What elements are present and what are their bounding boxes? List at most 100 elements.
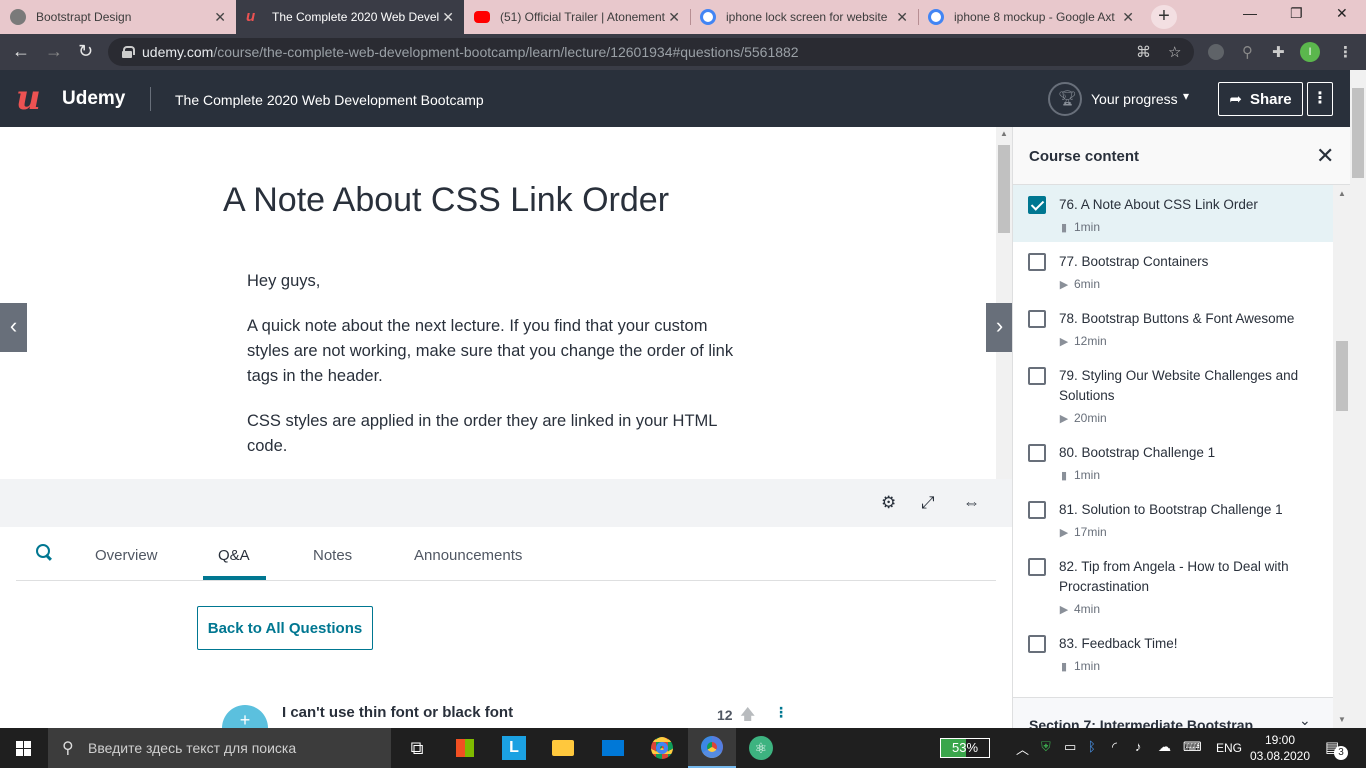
back-to-all-questions-button[interactable]: Back to All Questions: [197, 606, 373, 650]
lecture-item[interactable]: 77. Bootstrap Containers ▶ 6min: [1013, 242, 1333, 299]
language-indicator[interactable]: ENG: [1216, 741, 1242, 755]
tab-overview[interactable]: Overview: [95, 547, 158, 564]
fullscreen-icon[interactable]: ⤢: [921, 493, 935, 513]
tab-notes[interactable]: Notes: [313, 547, 352, 564]
browser-tab-youtube[interactable]: (51) Official Trailer | Atonement ✕: [464, 0, 690, 34]
extension-icon[interactable]: ⚲: [1242, 43, 1253, 61]
browser-tab-bootstrapt-design[interactable]: Bootstrapt Design ✕: [0, 0, 236, 34]
upvote-arrow-icon[interactable]: 🡅: [740, 704, 755, 729]
completion-checkbox[interactable]: [1028, 558, 1046, 576]
wifi-icon[interactable]: ◜: [1112, 739, 1117, 755]
chevron-down-icon: ⌄: [1299, 712, 1311, 728]
task-view-icon[interactable]: ⧉: [393, 728, 441, 768]
battery-indicator[interactable]: 53%: [940, 738, 990, 758]
taskbar-search-input[interactable]: ⚲ Введите здесь текст для поиска: [48, 728, 391, 768]
page-scrollbar[interactable]: [1350, 70, 1366, 728]
question-more-icon[interactable]: ⋮: [774, 704, 788, 721]
new-tab-button[interactable]: +: [1151, 5, 1177, 29]
extension-icon[interactable]: [1208, 44, 1224, 60]
keyboard-icon[interactable]: ⌨: [1183, 739, 1202, 755]
expand-width-icon[interactable]: ⇔: [963, 493, 980, 513]
volume-icon[interactable]: ♪: [1135, 739, 1142, 754]
lecture-item[interactable]: 76. A Note About CSS Link Order ▮ 1min: [1013, 185, 1333, 242]
search-icon[interactable]: [36, 544, 52, 560]
close-tab-icon[interactable]: ✕: [442, 9, 454, 26]
trophy-icon: 🏆︎: [1058, 90, 1078, 107]
udemy-logo-icon[interactable]: u: [16, 81, 41, 115]
lecture-item[interactable]: 79. Styling Our Website Challenges and S…: [1013, 356, 1333, 433]
notifications-icon[interactable]: ▤ 3: [1325, 738, 1348, 760]
back-arrow-icon[interactable]: ←: [12, 41, 30, 62]
share-button[interactable]: ➦ Share: [1218, 82, 1303, 116]
windows-start-icon[interactable]: [16, 741, 32, 757]
address-bar[interactable]: udemy.com/course/the-complete-web-develo…: [108, 38, 1194, 66]
section-header[interactable]: Section 7: Intermediate Bootstrap ⌄: [1013, 697, 1333, 728]
progress-label[interactable]: Your progress: [1091, 91, 1178, 107]
chrome-active-icon[interactable]: [688, 728, 736, 768]
google-icon: [700, 9, 716, 25]
close-tab-icon[interactable]: ✕: [1122, 9, 1134, 26]
file-explorer-icon[interactable]: [539, 728, 587, 768]
chevron-down-icon[interactable]: ▾: [1183, 89, 1189, 103]
settings-gear-icon[interactable]: ⚙: [881, 493, 896, 513]
store-icon[interactable]: [441, 728, 489, 768]
scrollbar-thumb[interactable]: [1336, 341, 1348, 411]
shield-icon[interactable]: ⛨: [1041, 739, 1051, 755]
more-options-button[interactable]: ⋮: [1307, 82, 1333, 116]
next-lecture-button[interactable]: ›: [986, 303, 1013, 352]
tab-qa[interactable]: Q&A: [218, 547, 250, 564]
lecture-item[interactable]: 80. Bootstrap Challenge 1 ▮ 1min: [1013, 433, 1333, 490]
browser-tab-udemy[interactable]: u The Complete 2020 Web Devel ✕: [236, 0, 464, 34]
scroll-down-icon[interactable]: ▼: [1338, 715, 1346, 724]
chrome-icon[interactable]: [638, 728, 686, 768]
scrollbar-thumb[interactable]: [1352, 88, 1364, 178]
scroll-up-icon[interactable]: ▲: [1000, 129, 1008, 138]
udemy-logo-text[interactable]: Udemy: [62, 88, 125, 110]
completion-checkbox[interactable]: [1028, 253, 1046, 271]
show-hidden-icons-icon[interactable]: ︿: [1016, 739, 1029, 758]
course-title[interactable]: The Complete 2020 Web Development Bootca…: [175, 92, 484, 108]
tab-announcements[interactable]: Announcements: [414, 547, 522, 564]
lecture-item[interactable]: 81. Solution to Bootstrap Challenge 1 ▶ 17…: [1013, 490, 1333, 547]
reload-icon[interactable]: ↻: [78, 41, 93, 62]
atom-icon[interactable]: ⚛: [737, 728, 785, 768]
completion-checkbox[interactable]: [1028, 444, 1046, 462]
play-icon: ▶: [1059, 278, 1069, 291]
completion-checkbox[interactable]: [1028, 310, 1046, 328]
close-tab-icon[interactable]: ✕: [214, 9, 226, 26]
close-tab-icon[interactable]: ✕: [896, 9, 908, 26]
progress-ring[interactable]: 🏆︎: [1048, 82, 1082, 116]
completion-checkbox[interactable]: [1028, 501, 1046, 519]
chrome-menu-icon[interactable]: ⋮: [1338, 43, 1353, 61]
app-l-icon[interactable]: L: [490, 728, 538, 768]
clock[interactable]: 19:00 03.08.2020: [1249, 732, 1311, 764]
sidebar-scrollbar[interactable]: ▲ ▼: [1333, 185, 1350, 728]
close-tab-icon[interactable]: ✕: [668, 9, 680, 26]
onedrive-cloud-icon[interactable]: ☁: [1158, 739, 1171, 755]
scroll-up-icon[interactable]: ▲: [1338, 189, 1346, 198]
restore-icon[interactable]: ❐: [1290, 5, 1303, 22]
browser-tab-google-mockup[interactable]: iphone 8 mockup - Google Axt ✕: [918, 0, 1144, 34]
close-icon[interactable]: ✕: [1316, 143, 1334, 169]
scrollbar-thumb[interactable]: [998, 145, 1010, 233]
lecture-item[interactable]: 78. Bootstrap Buttons & Font Awesome ▶ 12m…: [1013, 299, 1333, 356]
forward-arrow-icon[interactable]: →: [45, 41, 63, 62]
translate-icon[interactable]: ⌘: [1136, 43, 1151, 61]
mail-icon[interactable]: [589, 728, 637, 768]
lecture-item[interactable]: 82. Tip from Angela - How to Deal with P…: [1013, 547, 1333, 624]
battery-icon[interactable]: ▭: [1064, 739, 1076, 755]
clock-date: 03.08.2020: [1249, 749, 1311, 763]
completion-checkbox[interactable]: [1028, 635, 1046, 653]
profile-avatar[interactable]: I: [1300, 42, 1320, 62]
bluetooth-icon[interactable]: ᛒ: [1088, 739, 1096, 754]
minimize-icon[interactable]: —: [1243, 5, 1257, 21]
completion-checkbox[interactable]: [1028, 367, 1046, 385]
browser-tab-google-lockscreen[interactable]: iphone lock screen for website ✕: [690, 0, 918, 34]
previous-lecture-button[interactable]: ‹: [0, 303, 27, 352]
bookmark-star-icon[interactable]: ☆: [1168, 43, 1181, 61]
completion-checkbox[interactable]: [1028, 196, 1046, 214]
close-window-icon[interactable]: ✕: [1336, 5, 1348, 22]
lecture-item[interactable]: 83. Feedback Time! ▮ 1min: [1013, 624, 1333, 681]
question-title[interactable]: I can't use thin font or black font: [282, 704, 513, 721]
puzzle-extensions-icon[interactable]: ✚: [1272, 43, 1285, 61]
